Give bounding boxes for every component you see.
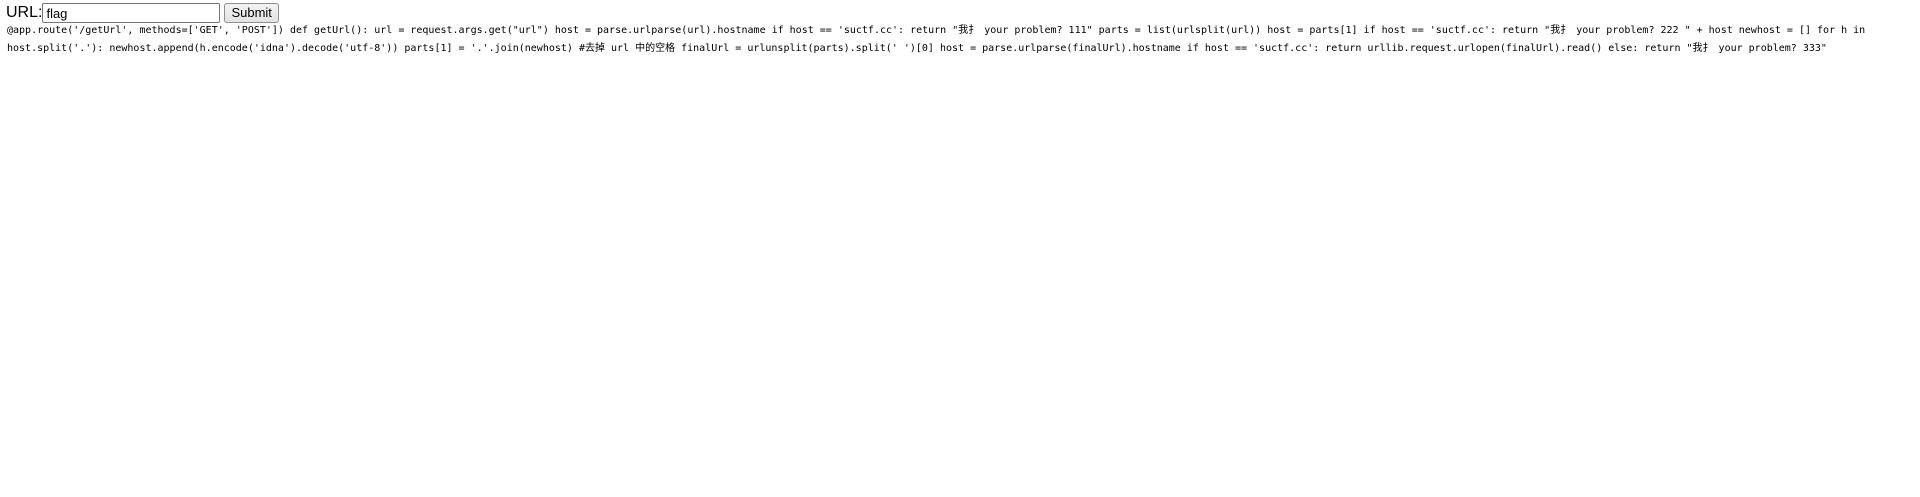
source-code-text: @app.route('/getUrl', methods=['GET', 'P… bbox=[7, 25, 1866, 54]
submit-button[interactable]: Submit bbox=[224, 3, 279, 23]
url-input[interactable] bbox=[42, 3, 221, 23]
url-form: URL: Submit bbox=[6, 2, 279, 24]
url-label: URL: bbox=[6, 4, 43, 21]
